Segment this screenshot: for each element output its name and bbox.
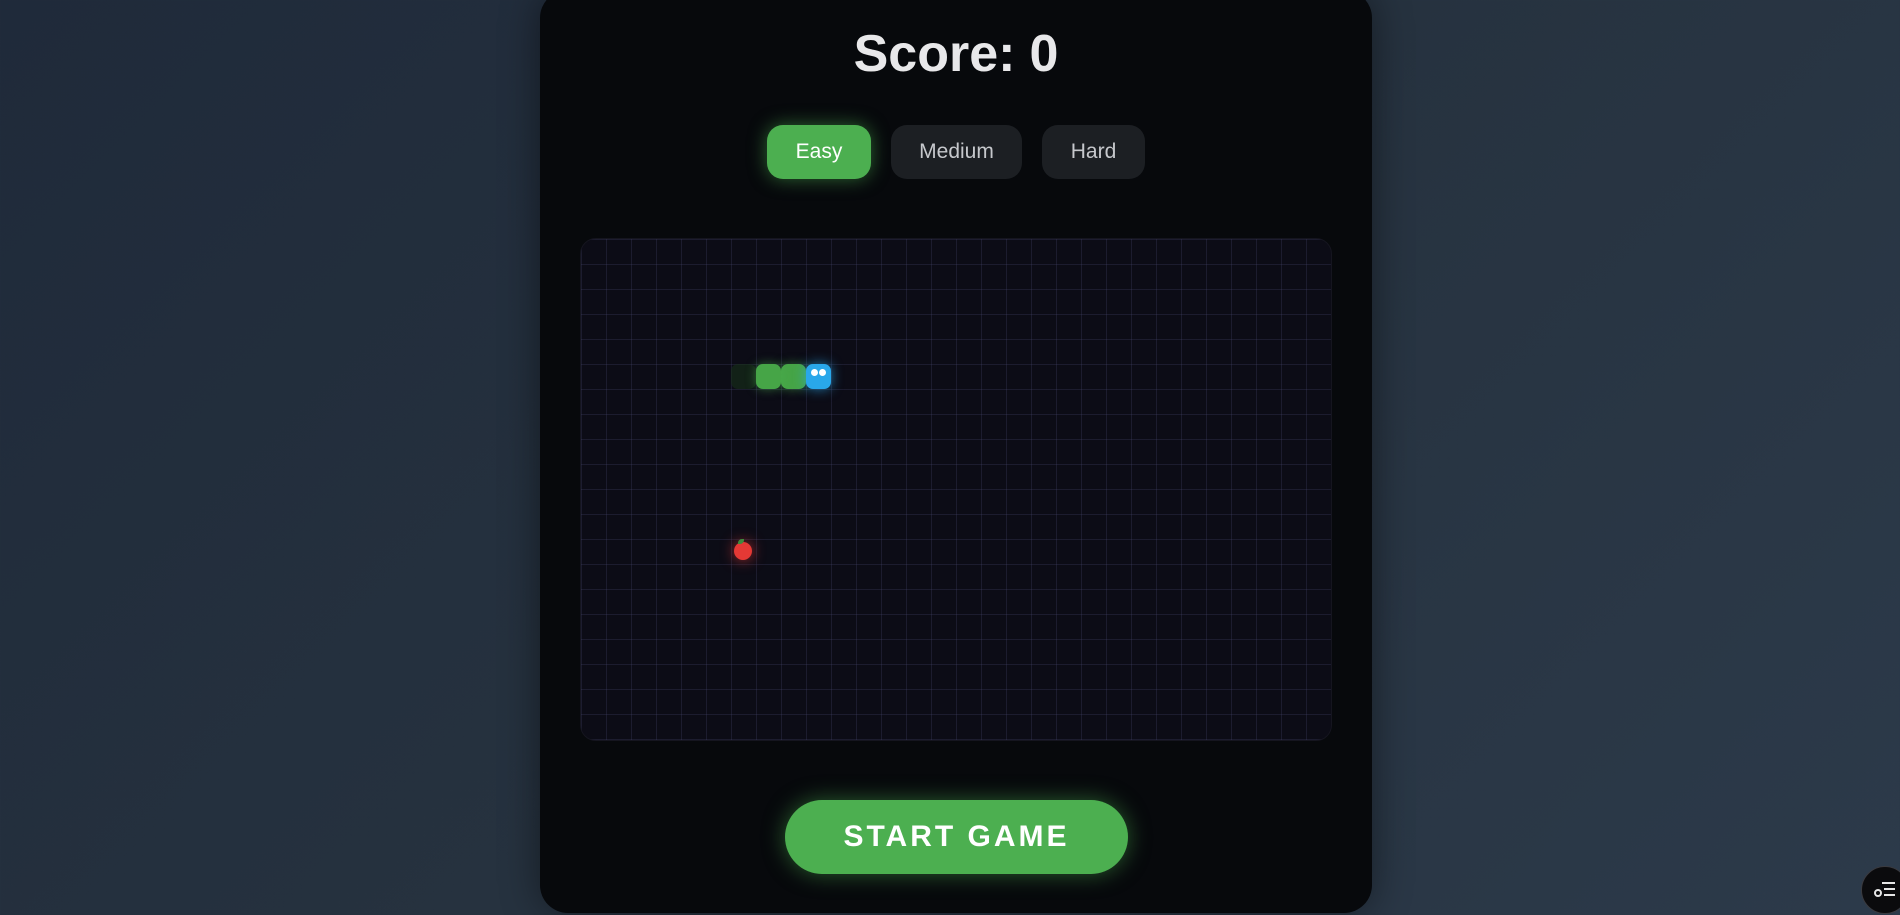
difficulty-hard-button[interactable]: Hard bbox=[1042, 125, 1145, 179]
score-value: 0 bbox=[1029, 25, 1059, 83]
game-board[interactable] bbox=[580, 238, 1332, 741]
score-label: Score: bbox=[853, 25, 1016, 83]
apple-icon bbox=[734, 539, 752, 560]
settings-list-icon bbox=[1874, 882, 1895, 897]
snake-eye-icon bbox=[811, 369, 818, 376]
snake-eye-icon bbox=[819, 369, 826, 376]
apple-leaf bbox=[738, 539, 744, 544]
start-game-button[interactable]: START GAME bbox=[785, 800, 1128, 874]
difficulty-medium-button[interactable]: Medium bbox=[891, 125, 1022, 179]
difficulty-selector: Easy Medium Hard bbox=[540, 125, 1372, 179]
score-display: Score: 0 bbox=[540, 24, 1372, 84]
settings-list-button[interactable] bbox=[1861, 866, 1900, 914]
snake-head bbox=[806, 364, 831, 389]
snake-body-segment bbox=[756, 364, 781, 389]
snake-body-segment bbox=[781, 364, 806, 389]
difficulty-easy-button[interactable]: Easy bbox=[767, 125, 871, 179]
snake-tail-fade bbox=[731, 364, 756, 389]
game-panel: Score: 0 Easy Medium Hard START GAME bbox=[540, 0, 1372, 913]
